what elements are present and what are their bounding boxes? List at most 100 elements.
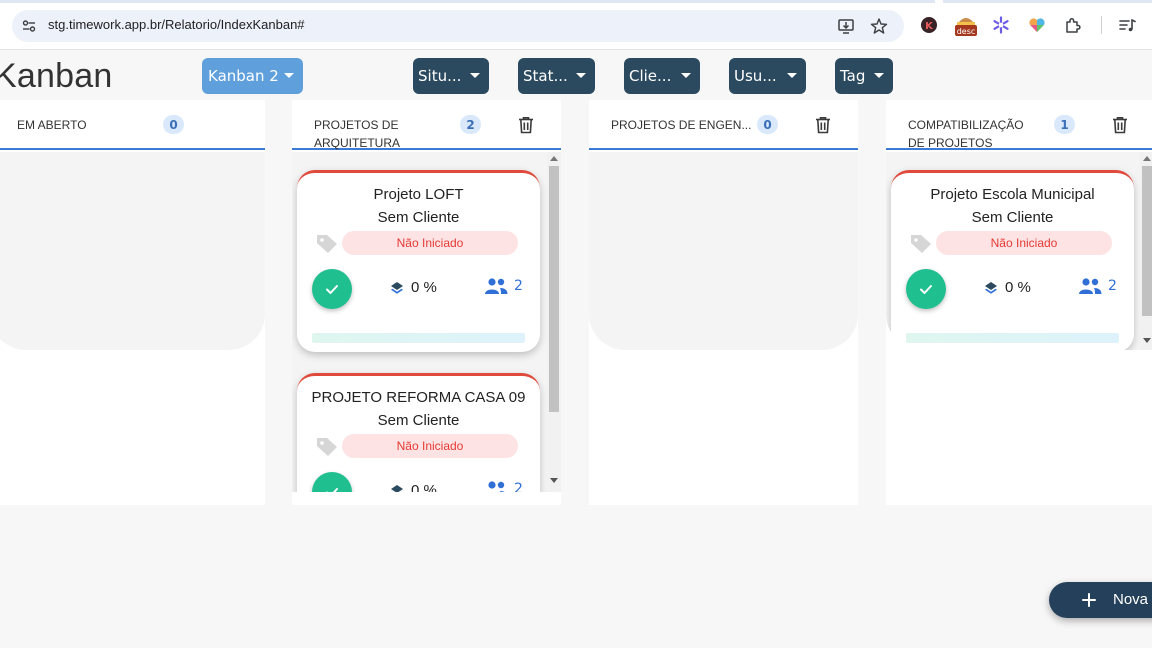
- browser-toolbar: stg.timework.app.br/Relatorio/IndexKanba…: [0, 0, 1152, 50]
- chevron-down-icon: [470, 73, 480, 78]
- chevron-down-icon: [576, 73, 586, 78]
- k-extension-icon[interactable]: K: [918, 14, 940, 36]
- status-badge: Não Iniciado: [342, 231, 518, 255]
- filter-label: Situ...: [418, 67, 462, 85]
- bookmark-star-icon[interactable]: [869, 16, 889, 36]
- check-icon: [326, 285, 338, 294]
- layers-icon: [391, 484, 403, 492]
- members-count: 2: [514, 481, 523, 492]
- extensions-puzzle-icon[interactable]: [1062, 14, 1084, 36]
- chevron-down-icon: [787, 73, 797, 78]
- chevron-down-icon: [874, 73, 884, 78]
- project-card[interactable]: Projeto LOFT Sem Cliente Não Iniciado 0 …: [297, 170, 540, 352]
- status-badge: Não Iniciado: [936, 231, 1112, 255]
- progress-indicator: 0 %: [390, 482, 437, 492]
- column-drop-area[interactable]: [0, 152, 265, 350]
- complete-button[interactable]: [312, 472, 352, 492]
- scroll-down-arrow[interactable]: [1143, 338, 1151, 343]
- progress-percent: 0 %: [411, 482, 437, 492]
- check-icon: [326, 488, 338, 492]
- svg-text:K: K: [925, 21, 934, 32]
- progress-percent: 0 %: [411, 279, 437, 296]
- column-card-list[interactable]: Projeto Escola Municipal Sem Cliente Não…: [886, 152, 1152, 350]
- column-title: PROJETOS DE ARQUITETURA: [314, 118, 401, 150]
- new-project-button[interactable]: Nova: [1049, 582, 1152, 618]
- column-drop-area[interactable]: [589, 152, 858, 350]
- status-badge: Não Iniciado: [342, 434, 518, 458]
- column-count-badge: 2: [460, 115, 481, 134]
- scroll-thumb[interactable]: [549, 166, 559, 412]
- filter-cliente-button[interactable]: Clie...: [624, 58, 700, 94]
- filter-label: Tag: [840, 67, 866, 85]
- members-indicator[interactable]: 2: [1078, 277, 1117, 295]
- column-count-badge: 1: [1054, 115, 1075, 134]
- column-card-list[interactable]: Projeto LOFT Sem Cliente Não Iniciado 0 …: [292, 152, 561, 492]
- column-header: PROJETOS DE ENGEN... 0: [589, 100, 858, 150]
- desc-extension-icon[interactable]: desc: [953, 14, 979, 36]
- filter-situacao-button[interactable]: Situ...: [413, 58, 489, 94]
- progress-bar: [906, 333, 1119, 343]
- scroll-down-arrow[interactable]: [550, 478, 558, 483]
- trash-icon[interactable]: [1110, 115, 1130, 135]
- tag-icon[interactable]: [315, 435, 339, 457]
- filter-label: Clie...: [629, 67, 672, 85]
- tab-strip: [0, 0, 1152, 3]
- site-info-icon[interactable]: [22, 19, 36, 33]
- members-indicator[interactable]: 2: [484, 277, 523, 295]
- column-scrollbar[interactable]: [547, 152, 561, 492]
- new-button-label: Nova: [1113, 591, 1149, 608]
- column-header: COMPATIBILIZAÇÃO DE PROJETOS 1: [886, 100, 1152, 150]
- plus-icon: [1082, 593, 1096, 607]
- filter-label: Stat...: [523, 67, 568, 85]
- progress-percent: 0 %: [1005, 279, 1031, 296]
- heart-extension-icon[interactable]: [1026, 14, 1048, 36]
- reading-list-icon[interactable]: [1116, 14, 1138, 36]
- extension-badge-text: desc: [957, 27, 976, 36]
- project-card[interactable]: Projeto Escola Municipal Sem Cliente Não…: [891, 170, 1134, 350]
- filter-tag-button[interactable]: Tag: [835, 58, 893, 94]
- column-count-badge: 0: [757, 115, 778, 134]
- users-icon: [485, 278, 508, 294]
- members-indicator[interactable]: 2: [484, 480, 523, 492]
- users-icon: [1079, 278, 1102, 294]
- scroll-up-arrow[interactable]: [1143, 156, 1151, 161]
- complete-button[interactable]: [906, 269, 946, 309]
- card-title: PROJETO REFORMA CASA 09: [311, 389, 526, 406]
- card-client: Sem Cliente: [377, 412, 460, 429]
- trash-icon[interactable]: [813, 115, 833, 135]
- page-title: Kanban: [0, 57, 113, 95]
- complete-button[interactable]: [312, 269, 352, 309]
- layers-icon: [391, 281, 403, 294]
- filter-status-button[interactable]: Stat...: [518, 58, 595, 94]
- filter-label: Usu...: [734, 67, 777, 85]
- column-title: EM ABERTO: [17, 118, 87, 132]
- kanban-board-select[interactable]: Kanban 2: [202, 58, 303, 94]
- check-icon: [920, 285, 932, 294]
- progress-indicator: 0 %: [984, 279, 1031, 296]
- column-header: EM ABERTO 0: [0, 100, 265, 150]
- trash-icon[interactable]: [516, 115, 536, 135]
- column-scrollbar[interactable]: [1140, 152, 1152, 350]
- snowflake-extension-icon[interactable]: [990, 14, 1012, 36]
- column-title: COMPATIBILIZAÇÃO DE PROJETOS: [908, 118, 1024, 150]
- card-title: Projeto LOFT: [373, 186, 464, 203]
- url-text[interactable]: stg.timework.app.br/Relatorio/IndexKanba…: [48, 17, 305, 32]
- kanban-select-label: Kanban 2: [208, 67, 279, 85]
- scroll-thumb[interactable]: [1142, 166, 1152, 316]
- kanban-column-projetos-arquitetura: PROJETOS DE ARQUITETURA 2 Projeto LOFT S…: [292, 100, 561, 505]
- users-icon: [488, 481, 505, 492]
- card-title: Projeto Escola Municipal: [930, 186, 1095, 203]
- address-bar[interactable]: stg.timework.app.br/Relatorio/IndexKanba…: [12, 10, 904, 42]
- tag-icon[interactable]: [909, 232, 933, 254]
- column-header: PROJETOS DE ARQUITETURA 2: [292, 100, 561, 150]
- scroll-up-arrow[interactable]: [550, 156, 558, 161]
- column-count-badge: 0: [163, 115, 184, 134]
- install-app-icon[interactable]: [836, 16, 856, 36]
- filter-usuario-button[interactable]: Usu...: [729, 58, 806, 94]
- card-client: Sem Cliente: [377, 209, 460, 226]
- column-title: PROJETOS DE ENGEN...: [611, 118, 752, 132]
- project-card[interactable]: PROJETO REFORMA CASA 09 Sem Cliente Não …: [297, 373, 540, 492]
- progress-indicator: 0 %: [390, 279, 437, 296]
- members-count: 2: [514, 278, 523, 294]
- tag-icon[interactable]: [315, 232, 339, 254]
